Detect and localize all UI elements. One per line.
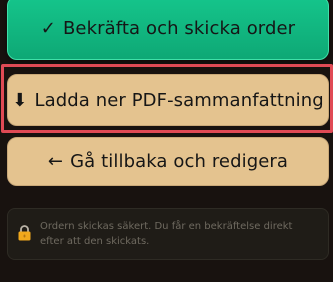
checkmark-icon: ✓ <box>40 17 56 39</box>
confirm-order-button[interactable]: ✓ Bekräfta och skicka order <box>7 0 329 60</box>
left-arrow-icon: ← <box>47 151 64 172</box>
down-arrow-icon: ⬇ <box>12 89 28 111</box>
confirm-order-label: Bekräfta och skicka order <box>62 17 296 39</box>
lock-icon <box>18 225 31 245</box>
back-edit-button[interactable]: ← Gå tillbaka och redigera <box>7 137 329 186</box>
security-notice-text: Ordern skickas säkert. Du får en bekräft… <box>40 221 293 247</box>
download-pdf-button[interactable]: ⬇ Ladda ner PDF-sammanfattning <box>7 74 329 126</box>
back-edit-label: Gå tillbaka och redigera <box>70 151 289 172</box>
security-notice: Ordern skickas säkert. Du får en bekräft… <box>7 208 329 260</box>
download-pdf-label: Ladda ner PDF-sammanfattning <box>34 89 324 111</box>
order-actions-panel: ✓ Bekräfta och skicka order ⬇ Ladda ner … <box>0 0 333 282</box>
